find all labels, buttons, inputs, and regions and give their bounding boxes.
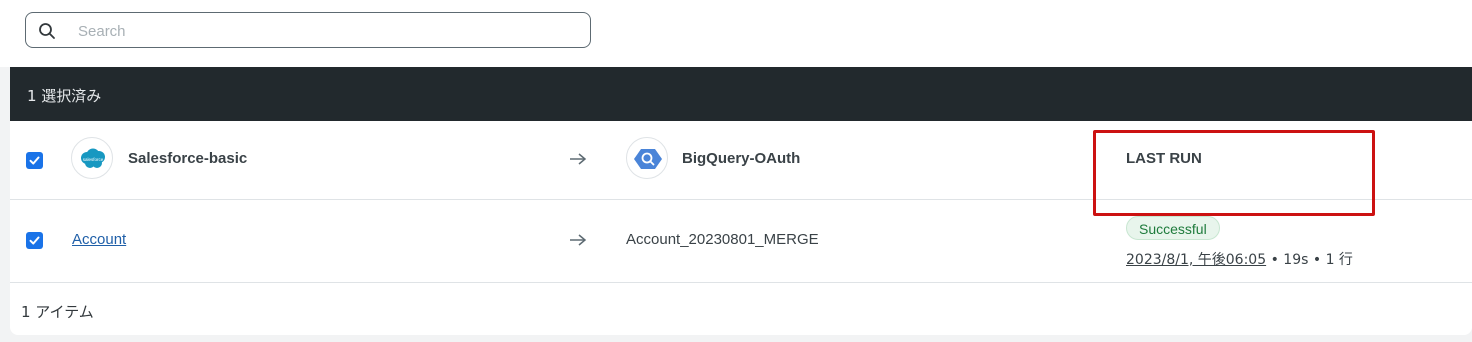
status-badge: Successful — [1126, 216, 1220, 240]
destination-table-name: Account_20230801_MERGE — [626, 231, 819, 248]
arrow-right-icon — [570, 234, 587, 246]
svg-text:salesforce: salesforce — [83, 157, 104, 162]
source-connector-name: Salesforce-basic — [128, 150, 248, 167]
check-icon — [29, 156, 40, 165]
item-count: 1 アイテム — [21, 303, 94, 321]
selection-count: 1 選択済み — [27, 87, 102, 105]
search-icon — [39, 23, 55, 39]
check-icon — [29, 236, 40, 245]
selection-bar: 1 選択済み — [10, 67, 1472, 121]
row-checkbox[interactable] — [26, 232, 43, 249]
destination-connector-name: BigQuery-OAuth — [682, 150, 801, 167]
search-input[interactable] — [76, 13, 580, 49]
separator-dot: • — [1270, 252, 1284, 268]
search-area — [0, 0, 1472, 67]
row-count: 1 行 — [1325, 252, 1353, 268]
last-run-time-link[interactable]: 2023/8/1, 午後06:05 — [1126, 252, 1266, 268]
search-box[interactable] — [25, 12, 591, 49]
separator-dot: • — [1312, 252, 1326, 268]
highlight-annotation — [1093, 130, 1375, 216]
run-duration: 19s — [1283, 252, 1309, 268]
salesforce-logo-icon: salesforce — [71, 137, 113, 179]
arrow-right-icon — [570, 153, 587, 165]
bigquery-logo-icon — [626, 137, 668, 179]
last-run-details: 2023/8/1, 午後06:05 • 19s • 1 行 — [1126, 249, 1353, 269]
object-link[interactable]: Account — [72, 231, 126, 248]
select-all-checkbox[interactable] — [26, 152, 43, 169]
page: 1 選択済み salesforce — [0, 0, 1472, 342]
